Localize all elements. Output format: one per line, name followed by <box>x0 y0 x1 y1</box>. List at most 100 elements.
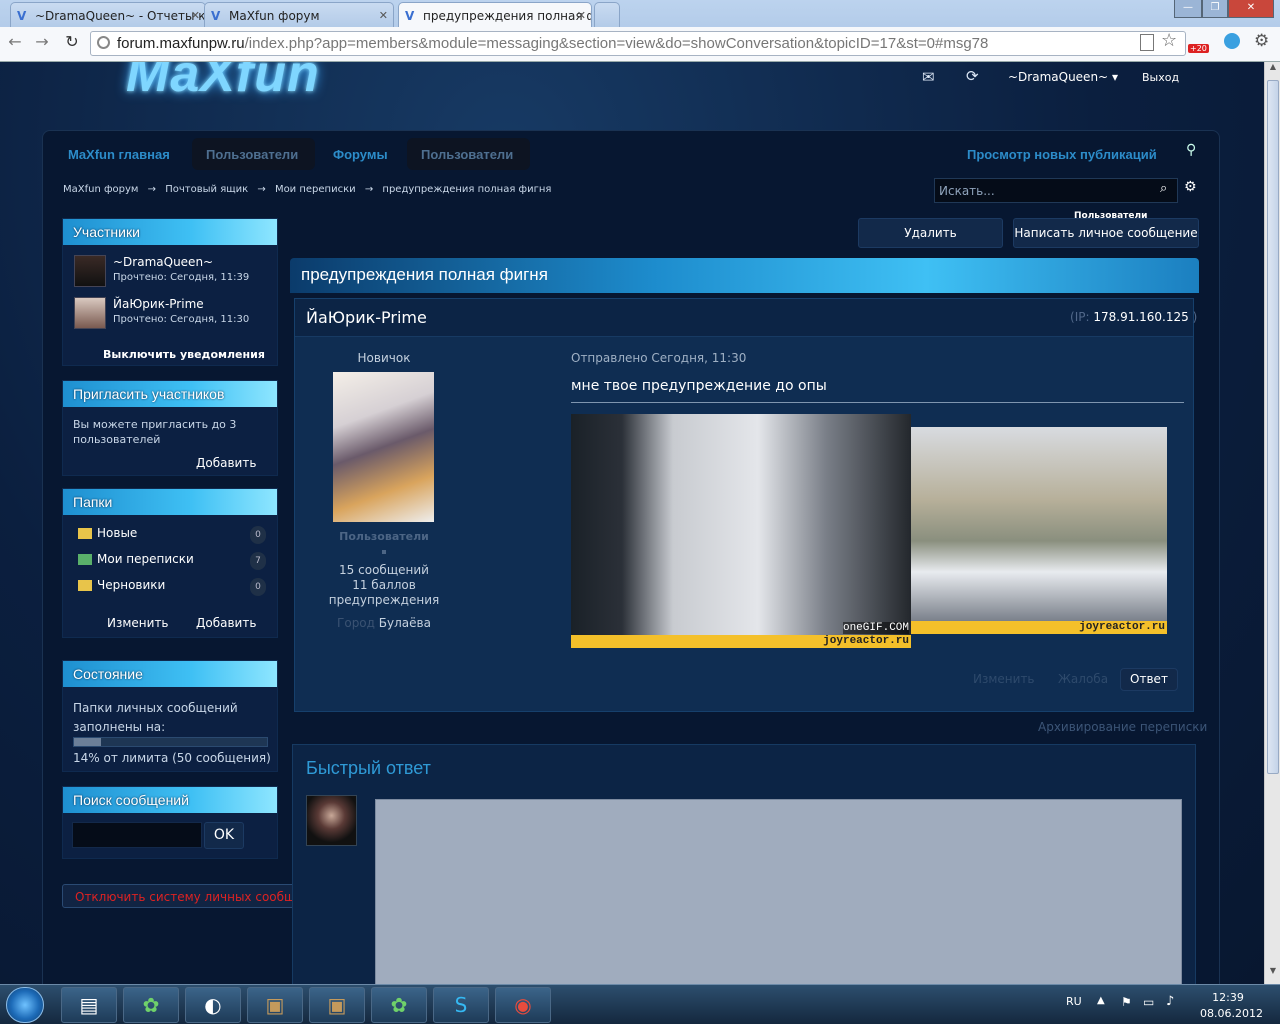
view-new-posts-link[interactable]: Просмотр новых публикаций <box>967 147 1157 162</box>
invite-text: Вы можете пригласить до 3 пользователей <box>73 418 237 446</box>
chevron-down-icon: ▾ <box>1111 70 1118 84</box>
breadcrumb-item[interactable]: MaXfun форум <box>63 184 138 195</box>
new-tab-button[interactable] <box>594 2 620 27</box>
icq-taskbar-icon[interactable]: ✿ <box>371 987 427 1023</box>
scroll-down-icon[interactable]: ▼ <box>1266 966 1280 982</box>
tab-3-active[interactable]: Vпредупреждения полная ф ✕ <box>398 2 592 27</box>
post-gif-2[interactable]: joyreactor.ru <box>911 427 1167 634</box>
icq-taskbar-icon[interactable]: ✿ <box>123 987 179 1023</box>
location-pin-icon[interactable]: ⚲ <box>1186 142 1196 158</box>
page-action-icon[interactable] <box>1140 34 1154 51</box>
skype-taskbar-icon[interactable]: S <box>433 987 489 1023</box>
chrome-taskbar-icon[interactable]: ◉ <box>495 987 551 1023</box>
search-input[interactable]: Искать... <box>934 178 1178 203</box>
folder-count: 0 <box>250 578 266 596</box>
address-bar[interactable]: forum.maxfunpw.ru/index.php?app=members&… <box>90 31 1186 56</box>
volume-icon[interactable]: ♪ <box>1166 994 1174 1009</box>
mail-icon[interactable]: ✉ <box>922 68 935 86</box>
message-search-input[interactable] <box>72 822 202 848</box>
network-icon[interactable]: ▭ <box>1143 995 1154 1009</box>
usage-progress-fill <box>74 738 102 746</box>
author-avatar[interactable] <box>333 372 434 522</box>
avatar[interactable] <box>74 255 106 287</box>
folder-item[interactable]: Новые <box>97 526 137 540</box>
post-report-button[interactable]: Жалоба <box>1058 672 1108 686</box>
messenger-taskbar-icon[interactable]: ◐ <box>185 987 241 1023</box>
folders-add-link[interactable]: Добавить <box>196 616 256 630</box>
folder-conversations-icon <box>78 554 92 565</box>
page-info-icon <box>97 36 110 49</box>
participant-name[interactable]: ~DramaQueen~ <box>113 255 213 269</box>
author-stats: 15 сообщений 11 баллов предупреждения <box>300 563 468 608</box>
participant-read-time: Прочтено: Сегодня, 11:30 <box>113 314 250 325</box>
user-menu[interactable]: ~DramaQueen~ ▾ <box>1008 70 1118 84</box>
nav-members-2[interactable]: Пользователи <box>407 138 530 170</box>
tab-2[interactable]: V MaXfun форум ✕ <box>204 2 394 27</box>
participant-name[interactable]: ЙаЮрик-Prime <box>113 297 204 311</box>
tray-expand-icon[interactable]: ▲ <box>1097 995 1105 1006</box>
gif-caption: joyreactor.ru <box>571 635 911 648</box>
reload-icon[interactable]: ↻ <box>62 32 82 51</box>
scroll-up-icon[interactable]: ▲ <box>1266 62 1280 78</box>
folder-count: 0 <box>250 526 266 544</box>
search-icon[interactable]: ⌕ <box>1160 181 1167 196</box>
extension-icon[interactable] <box>1224 33 1240 49</box>
post-edit-button[interactable]: Изменить <box>973 672 1035 686</box>
author-warnings-link[interactable]: предупреждения <box>300 593 468 608</box>
game-taskbar-icon[interactable]: ▣ <box>309 987 365 1023</box>
participants-box: Участники <box>62 218 278 366</box>
explorer-taskbar-icon[interactable]: ▤ <box>61 987 117 1023</box>
clock[interactable]: 12:39 08.06.2012 <box>1200 990 1263 1022</box>
wrench-menu-icon[interactable]: ⚙ <box>1254 31 1269 51</box>
breadcrumb-item[interactable]: Почтовый ящик <box>165 184 248 195</box>
search-messages-title: Поиск сообщений <box>63 787 277 813</box>
game-taskbar-icon[interactable]: ▣ <box>247 987 303 1023</box>
breadcrumb-item[interactable]: Мои переписки <box>275 184 356 195</box>
post-reply-button[interactable]: Ответ <box>1120 668 1178 691</box>
maxfun-favicon-icon: V <box>17 9 27 23</box>
close-tab-icon[interactable]: ✕ <box>577 9 586 22</box>
site-logo[interactable]: MaXfun <box>126 62 320 104</box>
forward-icon[interactable]: → <box>32 32 52 51</box>
close-window-button[interactable]: ✕ <box>1228 0 1274 18</box>
close-tab-icon[interactable]: ✕ <box>379 9 388 22</box>
nav-forums[interactable]: Форумы <box>319 138 402 170</box>
folder-item[interactable]: Мои переписки <box>97 552 194 566</box>
folders-edit-link[interactable]: Изменить <box>107 616 169 630</box>
avatar[interactable] <box>74 297 106 329</box>
maximize-button[interactable]: ❐ <box>1202 0 1228 18</box>
post-gif-1[interactable]: oneGIF.COM joyreactor.ru <box>571 414 911 648</box>
compose-message-button[interactable]: Написать личное сообщение <box>1013 218 1199 248</box>
disable-pm-button[interactable]: Отключить систему личных сообщений <box>62 884 302 908</box>
url-host: forum.maxfunpw.ru <box>117 35 245 52</box>
folder-item[interactable]: Черновики <box>97 578 165 592</box>
archive-conversation-link[interactable]: Архивирование переписки <box>1038 720 1207 734</box>
gif-watermark: oneGIF.COM <box>842 622 909 634</box>
extension-badge[interactable]: +20 <box>1188 44 1209 53</box>
search-ok-button[interactable]: OK <box>204 822 244 849</box>
page-scrollbar[interactable]: ▲ ▼ <box>1264 62 1280 984</box>
settings-gear-icon[interactable]: ⚙ <box>1184 179 1197 195</box>
minimize-button[interactable]: — <box>1174 0 1202 18</box>
invite-title: Пригласить участников <box>63 381 277 407</box>
logout-link[interactable]: Выход <box>1142 71 1179 84</box>
quick-reply-editor[interactable] <box>375 799 1182 984</box>
scrollbar-thumb[interactable] <box>1267 80 1279 774</box>
post-author[interactable]: ЙаЮрик-Prime <box>306 308 427 327</box>
breadcrumb: MaXfun форум → Почтовый ящик → Мои переп… <box>63 184 552 195</box>
tab-1[interactable]: V ~DramaQueen~ - Отчеты к ✕ <box>10 2 206 27</box>
nav-home[interactable]: MaXfun главная <box>54 138 184 170</box>
breadcrumb-item: предупреждения полная фигня <box>382 184 552 195</box>
close-tab-icon[interactable]: ✕ <box>191 9 200 22</box>
delete-button[interactable]: Удалить <box>858 218 1003 248</box>
disable-notifications-link[interactable]: Выключить уведомления <box>103 348 265 361</box>
language-indicator[interactable]: RU <box>1066 995 1082 1008</box>
back-icon[interactable]: ← <box>5 32 25 51</box>
invite-add-link[interactable]: Добавить <box>196 456 256 470</box>
bookmark-star-icon[interactable]: ☆ <box>1161 30 1177 51</box>
notifications-icon[interactable]: ⟳ <box>966 67 979 85</box>
start-button[interactable] <box>6 987 44 1023</box>
flag-icon[interactable]: ⚑ <box>1121 995 1132 1009</box>
web-page: MaXfun ✉ ⟳ ~DramaQueen~ ▾ Выход MaXfun г… <box>0 62 1264 984</box>
nav-members-1[interactable]: Пользователи <box>192 138 315 170</box>
